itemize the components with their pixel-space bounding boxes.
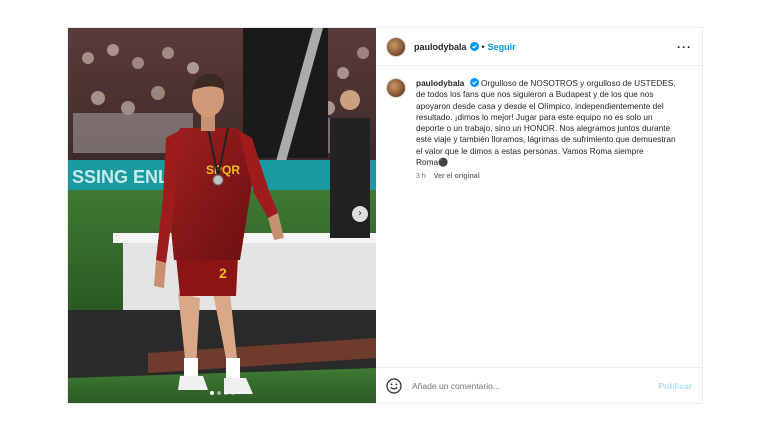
carousel-dot bbox=[216, 391, 221, 395]
follow-button[interactable]: Seguir bbox=[488, 42, 516, 52]
carousel-indicator bbox=[68, 391, 376, 395]
see-original-link[interactable]: Ver el original bbox=[434, 173, 480, 180]
avatar[interactable] bbox=[386, 36, 406, 57]
instagram-post: SSING ENLI 2 SPQR › paulodybala • Seguir… bbox=[67, 27, 703, 404]
carousel-dot bbox=[223, 391, 228, 395]
player-photo: SSING ENLI 2 SPQR bbox=[68, 28, 376, 403]
verified-badge-icon bbox=[469, 42, 479, 51]
separator-dot: • bbox=[481, 41, 485, 52]
svg-text:2: 2 bbox=[219, 265, 227, 281]
avatar[interactable] bbox=[386, 78, 406, 98]
post-caption: paulodybala Orgulloso de NOSOTROS y orgu… bbox=[376, 66, 702, 180]
caption-username[interactable]: paulodybala bbox=[416, 78, 464, 88]
publish-button[interactable]: Publicar bbox=[658, 381, 692, 391]
comment-bar: Publicar bbox=[376, 367, 702, 403]
verified-badge-icon bbox=[469, 78, 479, 87]
chevron-right-icon: › bbox=[358, 208, 362, 219]
more-options-icon[interactable]: ··· bbox=[677, 40, 692, 54]
post-details: paulodybala • Seguir ··· paulodybala Org… bbox=[376, 28, 702, 403]
caption-body: paulodybala Orgulloso de NOSOTROS y orgu… bbox=[416, 78, 678, 180]
post-header: paulodybala • Seguir ··· bbox=[376, 28, 702, 66]
carousel-dot bbox=[209, 391, 214, 395]
timestamp[interactable]: 3 h bbox=[416, 173, 426, 180]
carousel-next-button[interactable]: › bbox=[352, 206, 368, 222]
post-image[interactable]: SSING ENLI 2 SPQR › bbox=[68, 28, 376, 403]
svg-text:SSING ENLI: SSING ENLI bbox=[72, 167, 174, 187]
emoji-icon[interactable] bbox=[386, 377, 402, 394]
svg-text:SPQR: SPQR bbox=[206, 163, 240, 177]
caption-meta: 3 h Ver el original bbox=[416, 173, 678, 180]
caption-text-block: paulodybala Orgulloso de NOSOTROS y orgu… bbox=[416, 78, 678, 168]
carousel-dot bbox=[230, 391, 235, 395]
comment-input[interactable] bbox=[412, 380, 659, 391]
caption-text: Orgulloso de NOSOTROS y orgulloso de UST… bbox=[416, 78, 676, 168]
username-link[interactable]: paulodybala bbox=[414, 42, 467, 52]
